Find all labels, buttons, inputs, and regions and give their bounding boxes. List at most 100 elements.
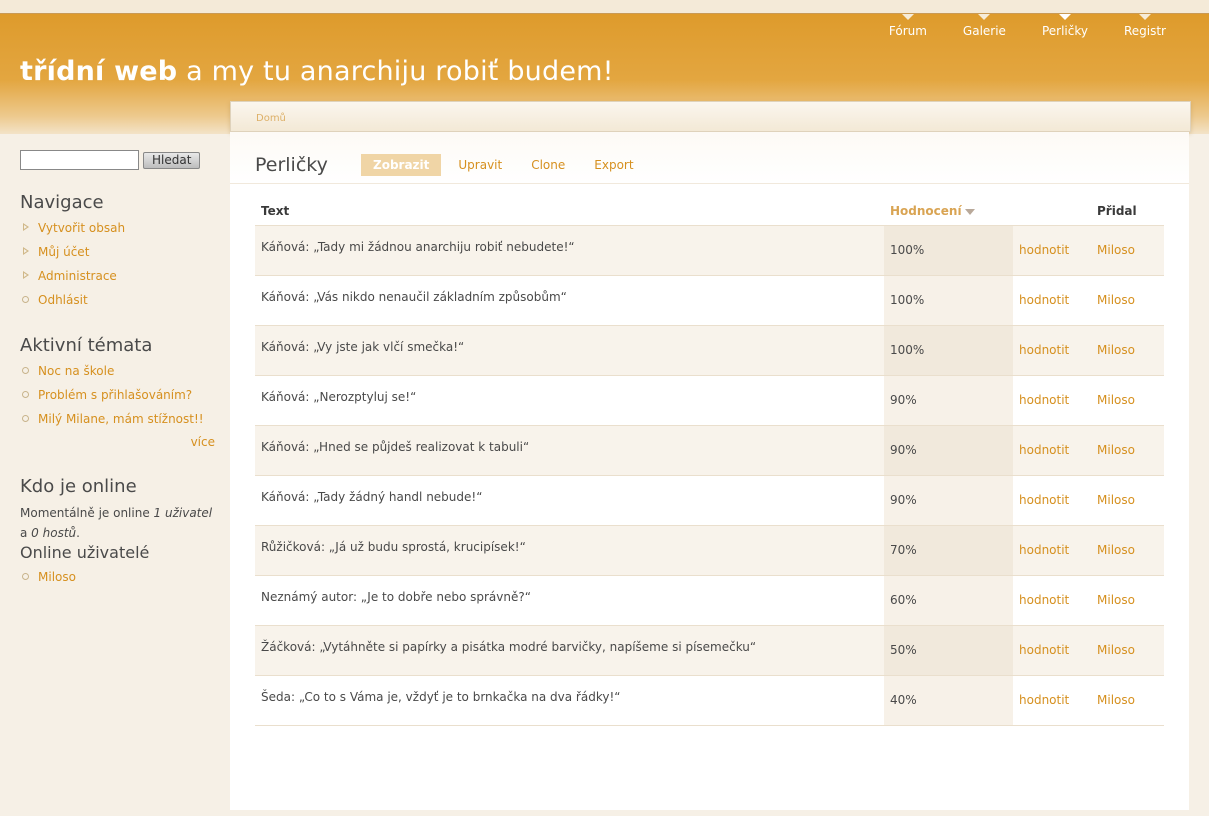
pearl-author-cell: Miloso — [1091, 525, 1164, 576]
topic-link[interactable]: Noc na škole — [38, 364, 114, 378]
online-users-title: Online uživatelé — [20, 543, 150, 562]
author-link[interactable]: Miloso — [1097, 243, 1135, 257]
active-topics-title: Aktivní témata — [20, 335, 153, 356]
search-form: Hledat — [20, 150, 220, 170]
pearl-author-cell: Miloso — [1091, 675, 1164, 726]
pearl-text-cell: Šeda: „Co to s Váma je, vždyť je to brnk… — [255, 675, 884, 726]
pearl-author-cell: Miloso — [1091, 275, 1164, 326]
nav-item-logout: Odhlásit — [20, 291, 220, 315]
navigation-title: Navigace — [20, 192, 104, 213]
pearl-rating-cell: 90% — [884, 425, 1013, 476]
pearl-author-cell: Miloso — [1091, 425, 1164, 476]
tab-edit[interactable]: Upravit — [446, 154, 514, 176]
nav-link-my-account[interactable]: Můj účet — [38, 245, 89, 259]
table-header-row: Text Hodnocení Přidal — [255, 198, 1164, 226]
author-link[interactable]: Miloso — [1097, 343, 1135, 357]
pearl-text-cell: Káňová: „Vás nikdo nenaučil základním zp… — [255, 275, 884, 326]
pearl-rating-cell: 90% — [884, 375, 1013, 426]
rate-link[interactable]: hodnotit — [1019, 343, 1069, 357]
pearl-action-cell: hodnotit — [1013, 325, 1091, 376]
top-strip — [0, 0, 1209, 14]
table-row: Káňová: „Tady žádný handl nebude!“ 90% hod… — [255, 475, 1164, 526]
online-user-item: Miloso — [20, 568, 220, 592]
rate-link[interactable]: hodnotit — [1019, 693, 1069, 707]
author-link[interactable]: Miloso — [1097, 543, 1135, 557]
author-link[interactable]: Miloso — [1097, 593, 1135, 607]
pearl-rating-cell: 60% — [884, 575, 1013, 626]
online-users-count: 1 uživatel — [153, 506, 213, 520]
pearl-action-cell: hodnotit — [1013, 425, 1091, 476]
rate-link[interactable]: hodnotit — [1019, 243, 1069, 257]
pearl-rating-cell: 100% — [884, 275, 1013, 326]
pearl-text-cell: Káňová: „Hned se půjdeš realizovat k tab… — [255, 425, 884, 476]
local-tasks-tabs: Zobrazit Upravit Clone Export — [361, 154, 651, 176]
nav-link-logout[interactable]: Odhlásit — [38, 293, 88, 307]
rate-link[interactable]: hodnotit — [1019, 293, 1069, 307]
site-name[interactable]: třídní web — [20, 56, 177, 87]
search-input[interactable] — [20, 150, 139, 170]
pearl-rating-cell: 100% — [884, 325, 1013, 376]
pearl-action-cell: hodnotit — [1013, 375, 1091, 426]
navigation-menu: Vytvořit obsah Můj účet Administrace Odh… — [20, 219, 220, 315]
nav-link-create-content[interactable]: Vytvořit obsah — [38, 221, 125, 235]
primary-link-registr[interactable]: Registr — [1124, 14, 1166, 44]
author-link[interactable]: Miloso — [1097, 493, 1135, 507]
table-row: Žáčková: „Vytáhněte si papírky a pisátka… — [255, 625, 1164, 676]
online-users-list: Miloso — [20, 568, 220, 592]
circle-bullet-icon — [22, 367, 29, 374]
pearls-table: Text Hodnocení Přidal Káňová: „Tady mi ž… — [255, 198, 1164, 726]
rate-link[interactable]: hodnotit — [1019, 443, 1069, 457]
circle-bullet-icon — [22, 573, 29, 580]
rate-link[interactable]: hodnotit — [1019, 593, 1069, 607]
author-link[interactable]: Miloso — [1097, 643, 1135, 657]
primary-link-galerie[interactable]: Galerie — [963, 14, 1006, 44]
online-status-text: Momentálně je online 1 uživatel a 0 host… — [20, 503, 220, 543]
search-button[interactable]: Hledat — [143, 151, 201, 169]
rate-link[interactable]: hodnotit — [1019, 543, 1069, 557]
more-topics-link[interactable]: více — [191, 435, 215, 449]
breadcrumb: Domů — [230, 101, 1191, 132]
pearl-text-cell: Káňová: „Tady žádný handl nebude!“ — [255, 475, 884, 526]
topic-link[interactable]: Problém s přihlašováním? — [38, 388, 192, 402]
nav-item-create-content: Vytvořit obsah — [20, 219, 220, 243]
pearl-action-cell: hodnotit — [1013, 625, 1091, 676]
author-link[interactable]: Miloso — [1097, 293, 1135, 307]
tab-export[interactable]: Export — [582, 154, 645, 176]
online-text-prefix: Momentálně je online — [20, 506, 154, 520]
pearl-text-cell: Žáčková: „Vytáhněte si papírky a pisátka… — [255, 625, 884, 676]
circle-bullet-icon — [22, 296, 29, 303]
table-row: Neznámý autor: „Je to dobře nebo správně… — [255, 575, 1164, 626]
author-link[interactable]: Miloso — [1097, 443, 1135, 457]
pearl-author-cell: Miloso — [1091, 475, 1164, 526]
pearl-text-cell: Káňová: „Vy jste jak vlčí smečka!“ — [255, 325, 884, 376]
site-title[interactable]: třídní web a my tu anarchiju robiť budem… — [20, 56, 614, 87]
table-body: Káňová: „Tady mi žádnou anarchiju robiť … — [255, 225, 1164, 726]
breadcrumb-home-link[interactable]: Domů — [256, 113, 286, 124]
tab-clone[interactable]: Clone — [519, 154, 577, 176]
primary-link-forum[interactable]: Fórum — [889, 14, 927, 44]
sort-by-rating-link[interactable]: Hodnocení — [890, 204, 962, 218]
site-slogan: a my tu anarchiju robiť budem! — [186, 56, 614, 87]
pearl-action-cell: hodnotit — [1013, 675, 1091, 726]
tab-view[interactable]: Zobrazit — [361, 154, 442, 176]
topic-item: Problém s přihlašováním? — [20, 386, 220, 410]
online-text-suffix: . — [76, 526, 80, 540]
table-row: Káňová: „Vy jste jak vlčí smečka!“ 100% ho… — [255, 325, 1164, 376]
author-link[interactable]: Miloso — [1097, 693, 1135, 707]
table-row: Šeda: „Co to s Váma je, vždyť je to brnk… — [255, 675, 1164, 726]
topic-link[interactable]: Milý Milane, mám stížnost!! — [38, 412, 204, 426]
topic-item: Noc na škole — [20, 362, 220, 386]
pearl-text-cell: Káňová: „Nerozptyluj se!“ — [255, 375, 884, 426]
column-header-rating[interactable]: Hodnocení — [884, 198, 1013, 226]
rate-link[interactable]: hodnotit — [1019, 643, 1069, 657]
rate-link[interactable]: hodnotit — [1019, 393, 1069, 407]
rate-link[interactable]: hodnotit — [1019, 493, 1069, 507]
pearl-author-cell: Miloso — [1091, 375, 1164, 426]
author-link[interactable]: Miloso — [1097, 393, 1135, 407]
nav-link-administration[interactable]: Administrace — [38, 269, 117, 283]
online-text-middle: a — [20, 526, 32, 540]
pearl-rating-cell: 100% — [884, 225, 1013, 276]
pearl-text-cell: Růžičková: „Já už budu sprostá, krucipís… — [255, 525, 884, 576]
primary-link-perlicky[interactable]: Perličky — [1042, 14, 1088, 44]
online-user-link[interactable]: Miloso — [38, 570, 76, 584]
